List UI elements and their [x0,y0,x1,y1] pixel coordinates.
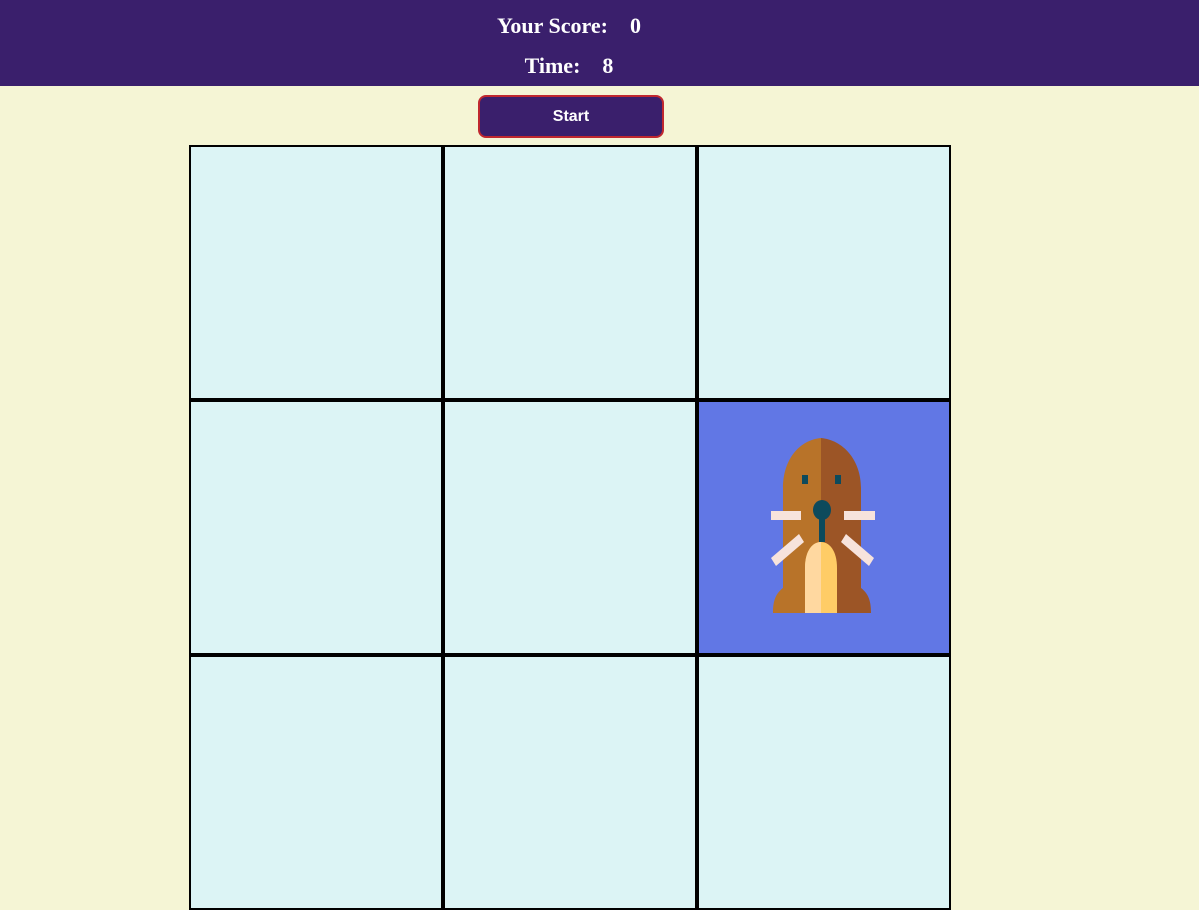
walrus-icon[interactable] [771,438,879,616]
hole-2[interactable] [443,145,697,400]
start-button[interactable]: Start [478,95,664,138]
hole-8[interactable] [443,655,697,910]
score-value: 0 [630,13,641,38]
hole-3[interactable] [697,145,951,400]
score-label: Your Score: [496,13,608,38]
score-display: Your Score: 0 [0,13,1138,39]
time-label: Time: [524,53,581,78]
hole-6[interactable] [697,400,951,655]
hole-4[interactable] [189,400,443,655]
hole-1[interactable] [189,145,443,400]
time-value: 8 [602,53,614,78]
scoreboard-header: Your Score: 0 Time: 8 [0,0,1199,86]
hole-7[interactable] [189,655,443,910]
timer-display: Time: 8 [0,53,1138,79]
hole-9[interactable] [697,655,951,910]
game-board [189,145,951,910]
hole-5[interactable] [443,400,697,655]
